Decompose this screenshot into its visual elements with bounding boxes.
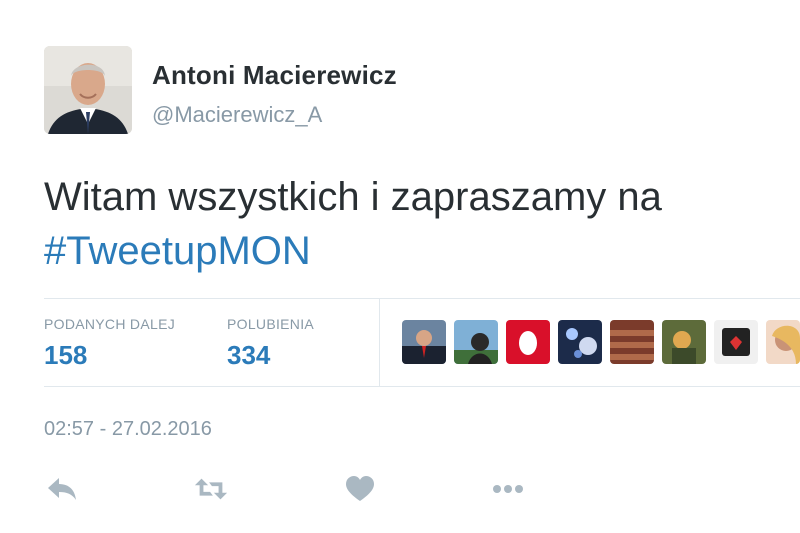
more-button[interactable] (490, 472, 526, 506)
author-avatar[interactable] (44, 46, 132, 134)
retweets-stat[interactable]: PODANYCH DALEJ 158 (44, 316, 175, 371)
tweet-text-line: Witam wszystkich i zapraszamy na (44, 175, 662, 219)
liker-avatar[interactable] (558, 320, 602, 364)
tweet-card: Antoni Macierewicz @Macierewicz_A Witam … (0, 0, 800, 533)
liker-avatar[interactable] (402, 320, 446, 364)
likes-count: 334 (227, 340, 271, 370)
heart-icon (346, 476, 374, 501)
liker-avatar[interactable] (506, 320, 550, 364)
reply-button[interactable] (44, 472, 80, 506)
more-icon (493, 485, 523, 493)
likes-label: POLUBIENIA (227, 316, 315, 332)
like-button[interactable] (342, 472, 378, 506)
hashtag-link[interactable]: #TweetupMON (44, 224, 784, 278)
liker-avatar[interactable] (454, 320, 498, 364)
stats-divider-top (44, 298, 800, 299)
liker-avatar[interactable] (766, 320, 800, 364)
retweet-button[interactable] (193, 472, 229, 506)
liker-avatar[interactable] (662, 320, 706, 364)
stats-divider-vertical (379, 298, 380, 386)
liker-avatar[interactable] (610, 320, 654, 364)
reply-icon (48, 478, 76, 500)
retweets-count: 158 (44, 340, 88, 370)
author-name[interactable]: Antoni Macierewicz (152, 60, 397, 91)
tweet-timestamp[interactable]: 02:57 - 27.02.2016 (44, 418, 212, 441)
liker-avatar[interactable] (714, 320, 758, 364)
retweet-icon (194, 478, 228, 500)
tweet-text: Witam wszystkich i zapraszamy na #Tweetu… (44, 170, 784, 278)
author-handle[interactable]: @Macierewicz_A (152, 102, 322, 128)
likes-stat[interactable]: POLUBIENIA 334 (227, 316, 314, 371)
retweets-label: PODANYCH DALEJ (44, 316, 176, 332)
stats-divider-bottom (44, 386, 800, 387)
